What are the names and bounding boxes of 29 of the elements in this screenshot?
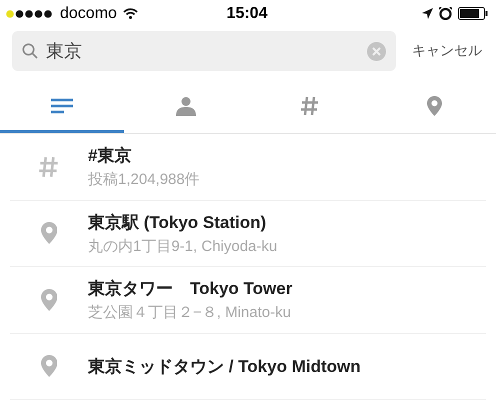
location-pin-icon [40,222,58,244]
clear-icon[interactable] [367,42,386,61]
wifi-icon [122,8,138,20]
battery-icon [458,7,488,20]
search-field[interactable]: 東京 [12,31,396,72]
location-arrow-icon [422,8,434,20]
alarm-icon [439,7,452,20]
carrier-name: docomo [60,4,117,23]
location-pin-icon [40,355,58,378]
result-title: 東京ミッドタウン / Tokyo Midtown [88,356,361,378]
result-subtitle: 芝公園４丁目２−８, Minato-ku [88,303,292,322]
person-icon [176,96,196,116]
result-row[interactable]: 東京ミッドタウン / Tokyo Midtown [10,334,486,400]
result-row[interactable]: 東京タワー Tokyo Tower 芝公園４丁目２−８, Minato-ku [10,267,486,334]
result-title: 東京駅 (Tokyo Station) [88,212,268,234]
hashtag-icon [299,94,321,117]
cancel-button[interactable]: キャンセル [412,42,496,60]
location-pin-icon [40,288,58,311]
result-subtitle: 投稿1,204,988件 [88,170,200,190]
result-row[interactable]: #東京 投稿1,204,988件 [10,134,486,201]
location-pin-icon [426,96,442,116]
result-title: 東京タワー Tokyo Tower [88,278,292,300]
result-title: #東京 [88,145,132,168]
signal-icon [6,10,54,18]
result-subtitle: 丸の内1丁目9-1, Chiyoda-ku [88,236,278,256]
result-row[interactable]: 東京駅 (Tokyo Station) 丸の内1丁目9-1, Chiyoda-ku [10,200,486,268]
search-icon [22,43,38,60]
clock-time: 15:04 [226,4,268,23]
menu-icon [51,98,73,114]
